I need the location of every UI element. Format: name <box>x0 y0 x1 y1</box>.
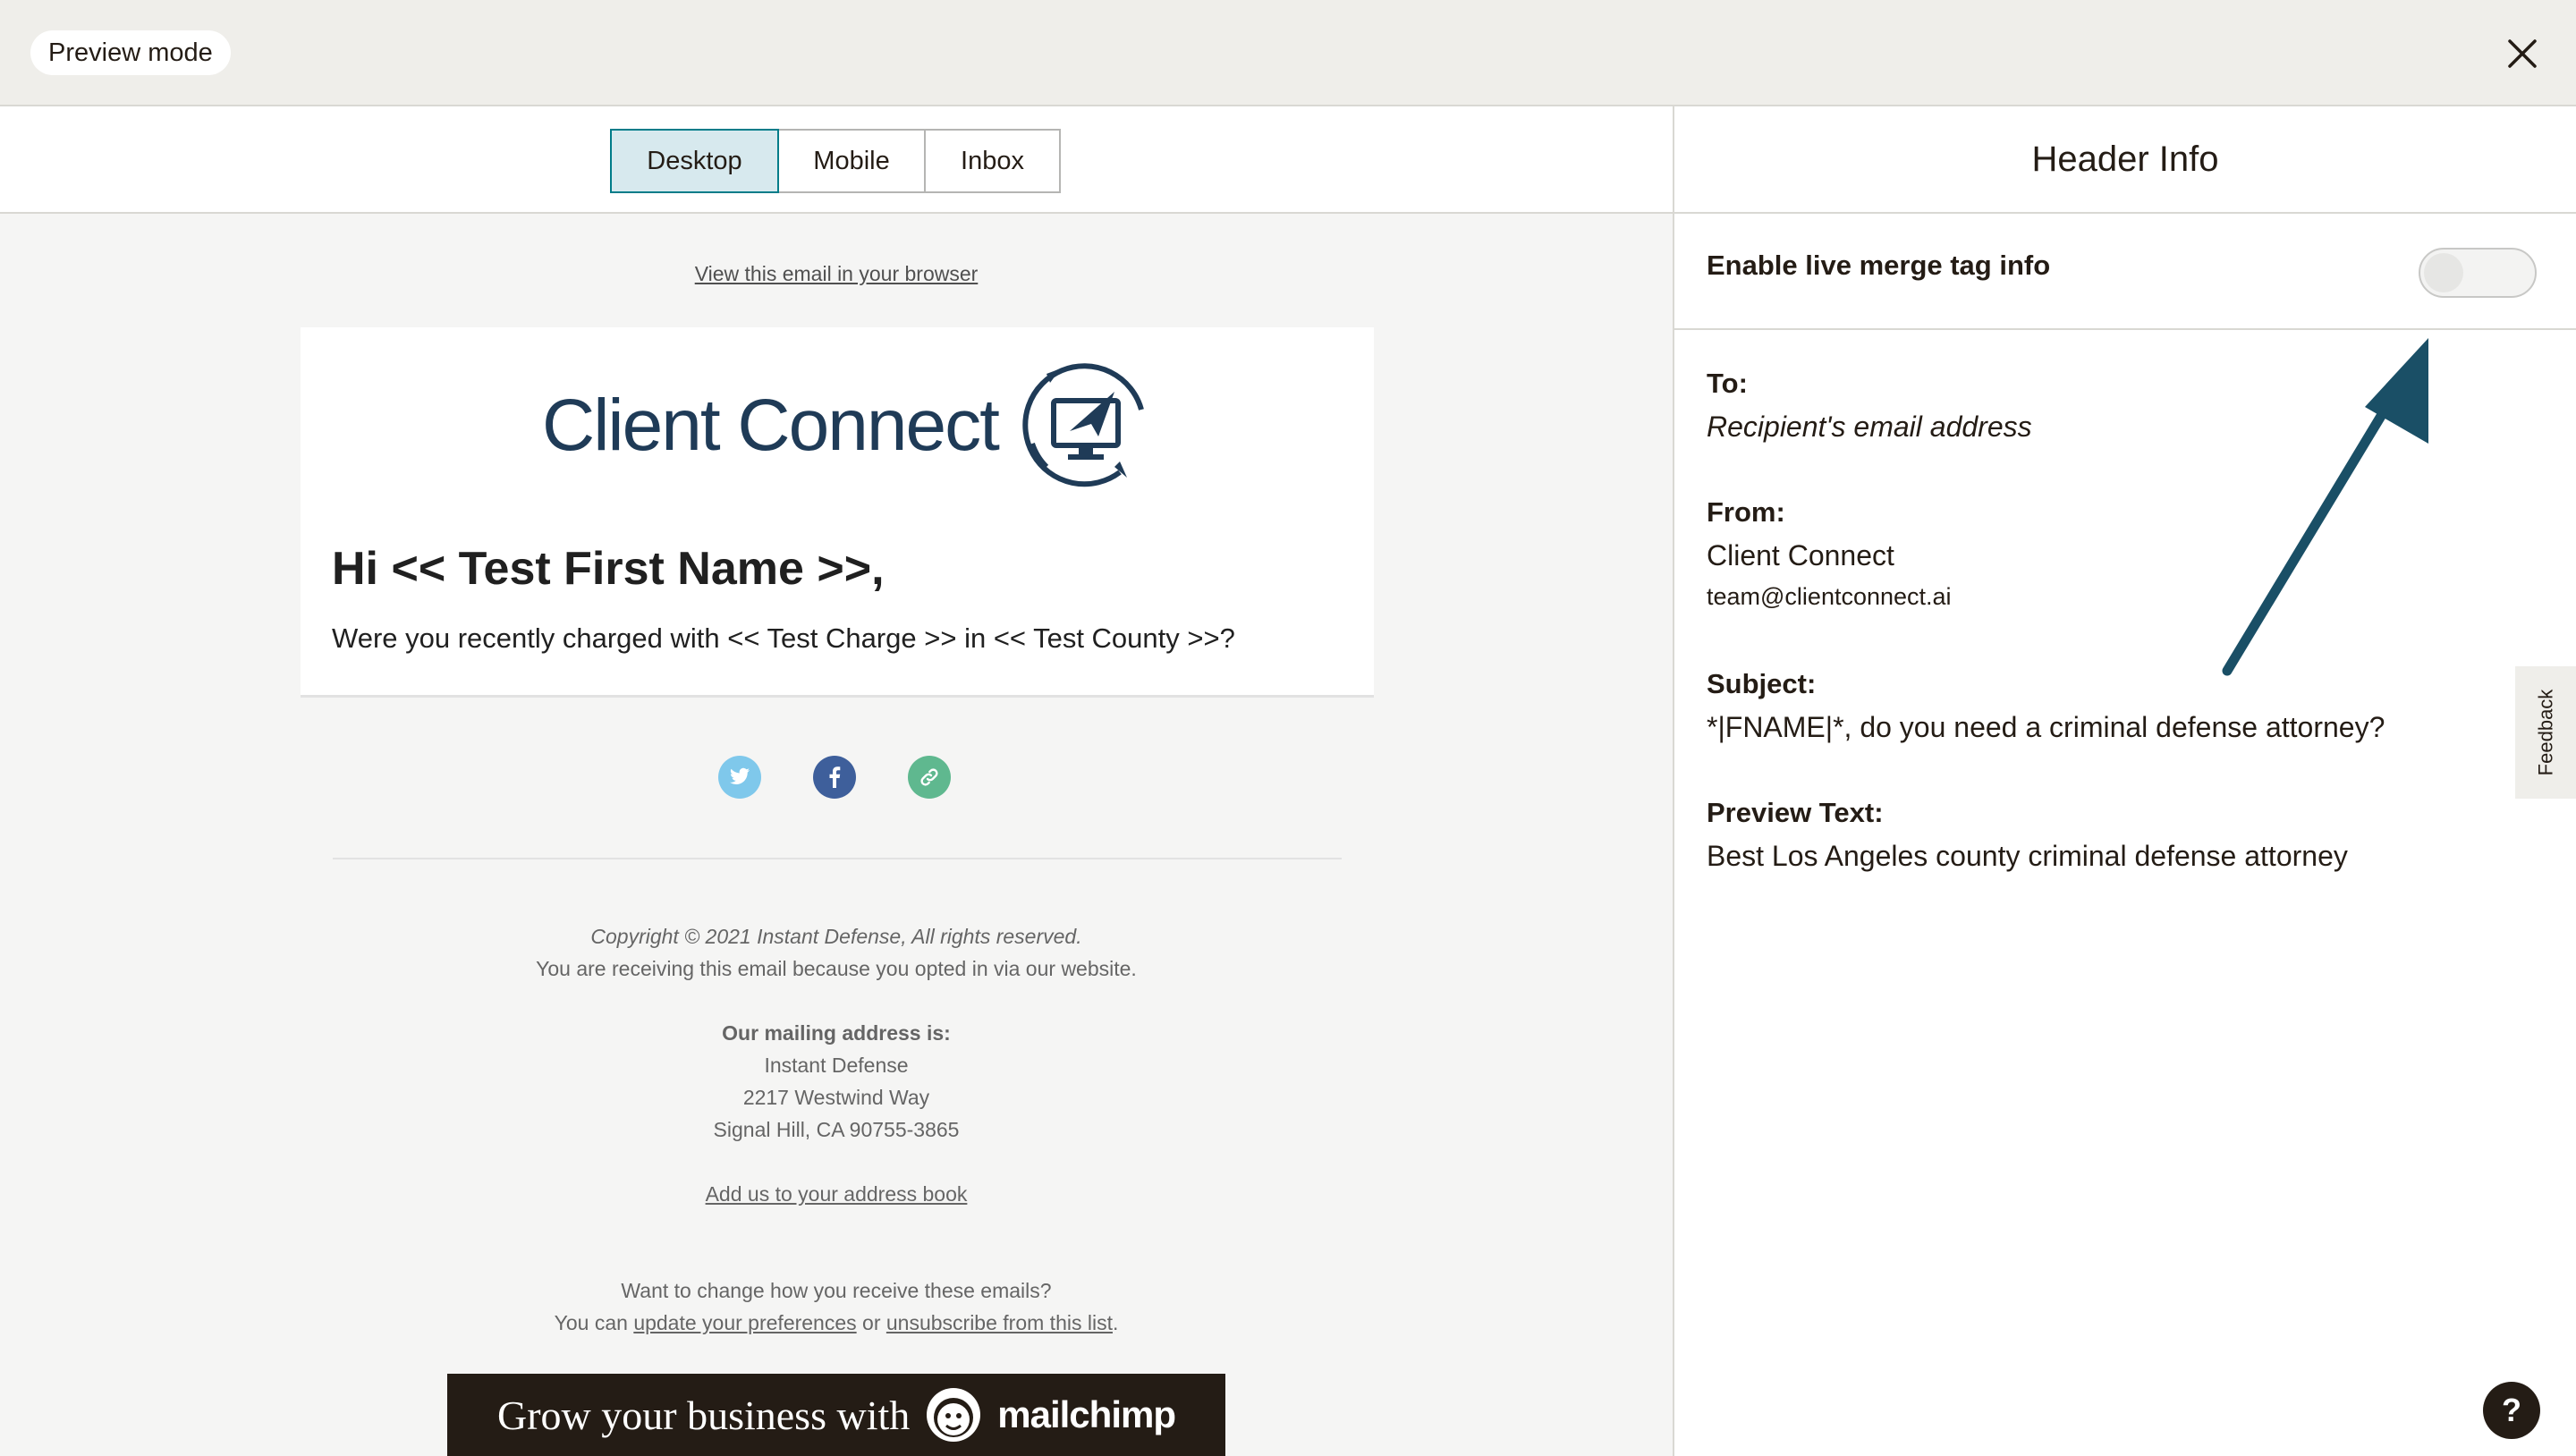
email-preview-panel: Desktop Mobile Inbox View this email in … <box>0 106 1673 1456</box>
opt-in-reason: You are receiving this email because you… <box>536 957 1137 980</box>
preview-text-label: Preview Text: <box>1707 797 1884 828</box>
website-link-button[interactable] <box>908 756 951 799</box>
mailing-address-heading: Our mailing address is: <box>722 1021 951 1045</box>
preferences-row: You can update your preferences or unsub… <box>0 1311 1673 1335</box>
mailchimp-referral-banner[interactable]: Grow your business with mailchimp <box>447 1374 1225 1456</box>
unsubscribe-link[interactable]: unsubscribe from this list <box>886 1311 1113 1334</box>
view-in-browser-link[interactable]: View this email in your browser <box>695 262 979 285</box>
tab-mobile[interactable]: Mobile <box>777 129 926 193</box>
feedback-tab[interactable]: Feedback <box>2515 666 2576 799</box>
freddie-icon <box>927 1388 981 1442</box>
tab-desktop[interactable]: Desktop <box>610 129 779 193</box>
subject-value: *|FNAME|*, do you need a criminal defens… <box>1707 711 2385 743</box>
banner-brand: mailchimp <box>997 1393 1176 1435</box>
feedback-label: Feedback <box>2534 689 2556 776</box>
from-name: Client Connect <box>1707 539 1894 571</box>
period-text: . <box>1112 1311 1119 1334</box>
update-preferences-link[interactable]: update your preferences <box>633 1311 856 1334</box>
to-label: To: <box>1707 368 1748 399</box>
logo-text: Client Connect <box>542 385 1000 466</box>
charge-question: Were you recently charged with << Test C… <box>332 622 1235 654</box>
from-email: team@clientconnect.ai <box>1707 583 1952 610</box>
you-can-text: You can <box>554 1311 628 1334</box>
view-tabs: Desktop Mobile Inbox <box>610 129 1061 193</box>
toggle-knob <box>2424 253 2463 292</box>
preview-text-value: Best Los Angeles county criminal defense… <box>1707 840 2348 872</box>
from-label: From: <box>1707 496 1785 528</box>
copyright-text: Copyright © 2021 Instant Defense, All ri… <box>590 925 1082 948</box>
link-icon <box>920 768 938 786</box>
facebook-button[interactable] <box>813 756 856 799</box>
client-connect-logo: Client Connect <box>542 354 1157 497</box>
panel-title: Header Info <box>1674 106 2576 214</box>
close-icon <box>2508 39 2537 68</box>
annotation-arrow <box>2222 338 2428 676</box>
add-address-book-link[interactable]: Add us to your address book <box>706 1182 968 1206</box>
subject-label: Subject: <box>1707 668 1817 699</box>
header-info-panel: Header Info Enable live merge tag info T… <box>1673 106 2576 1456</box>
preview-mode-badge: Preview mode <box>30 30 231 75</box>
to-value: Recipient's email address <box>1707 411 2032 443</box>
view-tabs-bar: Desktop Mobile Inbox <box>0 106 1673 214</box>
facebook-icon <box>829 766 841 788</box>
view-in-browser-row: View this email in your browser <box>0 262 1673 286</box>
twitter-button[interactable] <box>718 756 761 799</box>
logo-monitor-icon <box>1022 363 1144 487</box>
help-button[interactable]: ? <box>2483 1382 2540 1439</box>
banner-text: Grow your business with <box>497 1392 911 1438</box>
or-text: or <box>862 1311 881 1334</box>
address-name: Instant Defense <box>764 1054 909 1077</box>
email-content-card: Client Connect Hi << Test First Name >>,… <box>301 327 1374 698</box>
add-address-book-row: Add us to your address book <box>0 1182 1673 1206</box>
close-button[interactable] <box>2501 32 2544 75</box>
greeting-heading: Hi << Test First Name >>, <box>332 543 885 595</box>
merge-tag-toggle-label: Enable live merge tag info <box>1707 250 2051 281</box>
top-bar: Preview mode <box>0 0 2576 106</box>
merge-tag-toggle[interactable] <box>2419 248 2537 298</box>
footer-divider <box>333 858 1342 859</box>
change-prompt: Want to change how you receive these ema… <box>621 1279 1052 1302</box>
email-body: View this email in your browser Client C… <box>0 214 1673 1456</box>
address-street: 2217 Westwind Way <box>742 1086 930 1109</box>
address-city: Signal Hill, CA 90755-3865 <box>713 1118 960 1141</box>
tab-inbox[interactable]: Inbox <box>924 129 1061 193</box>
twitter-icon <box>730 767 750 784</box>
merge-tag-toggle-row: Enable live merge tag info <box>1674 214 2576 330</box>
